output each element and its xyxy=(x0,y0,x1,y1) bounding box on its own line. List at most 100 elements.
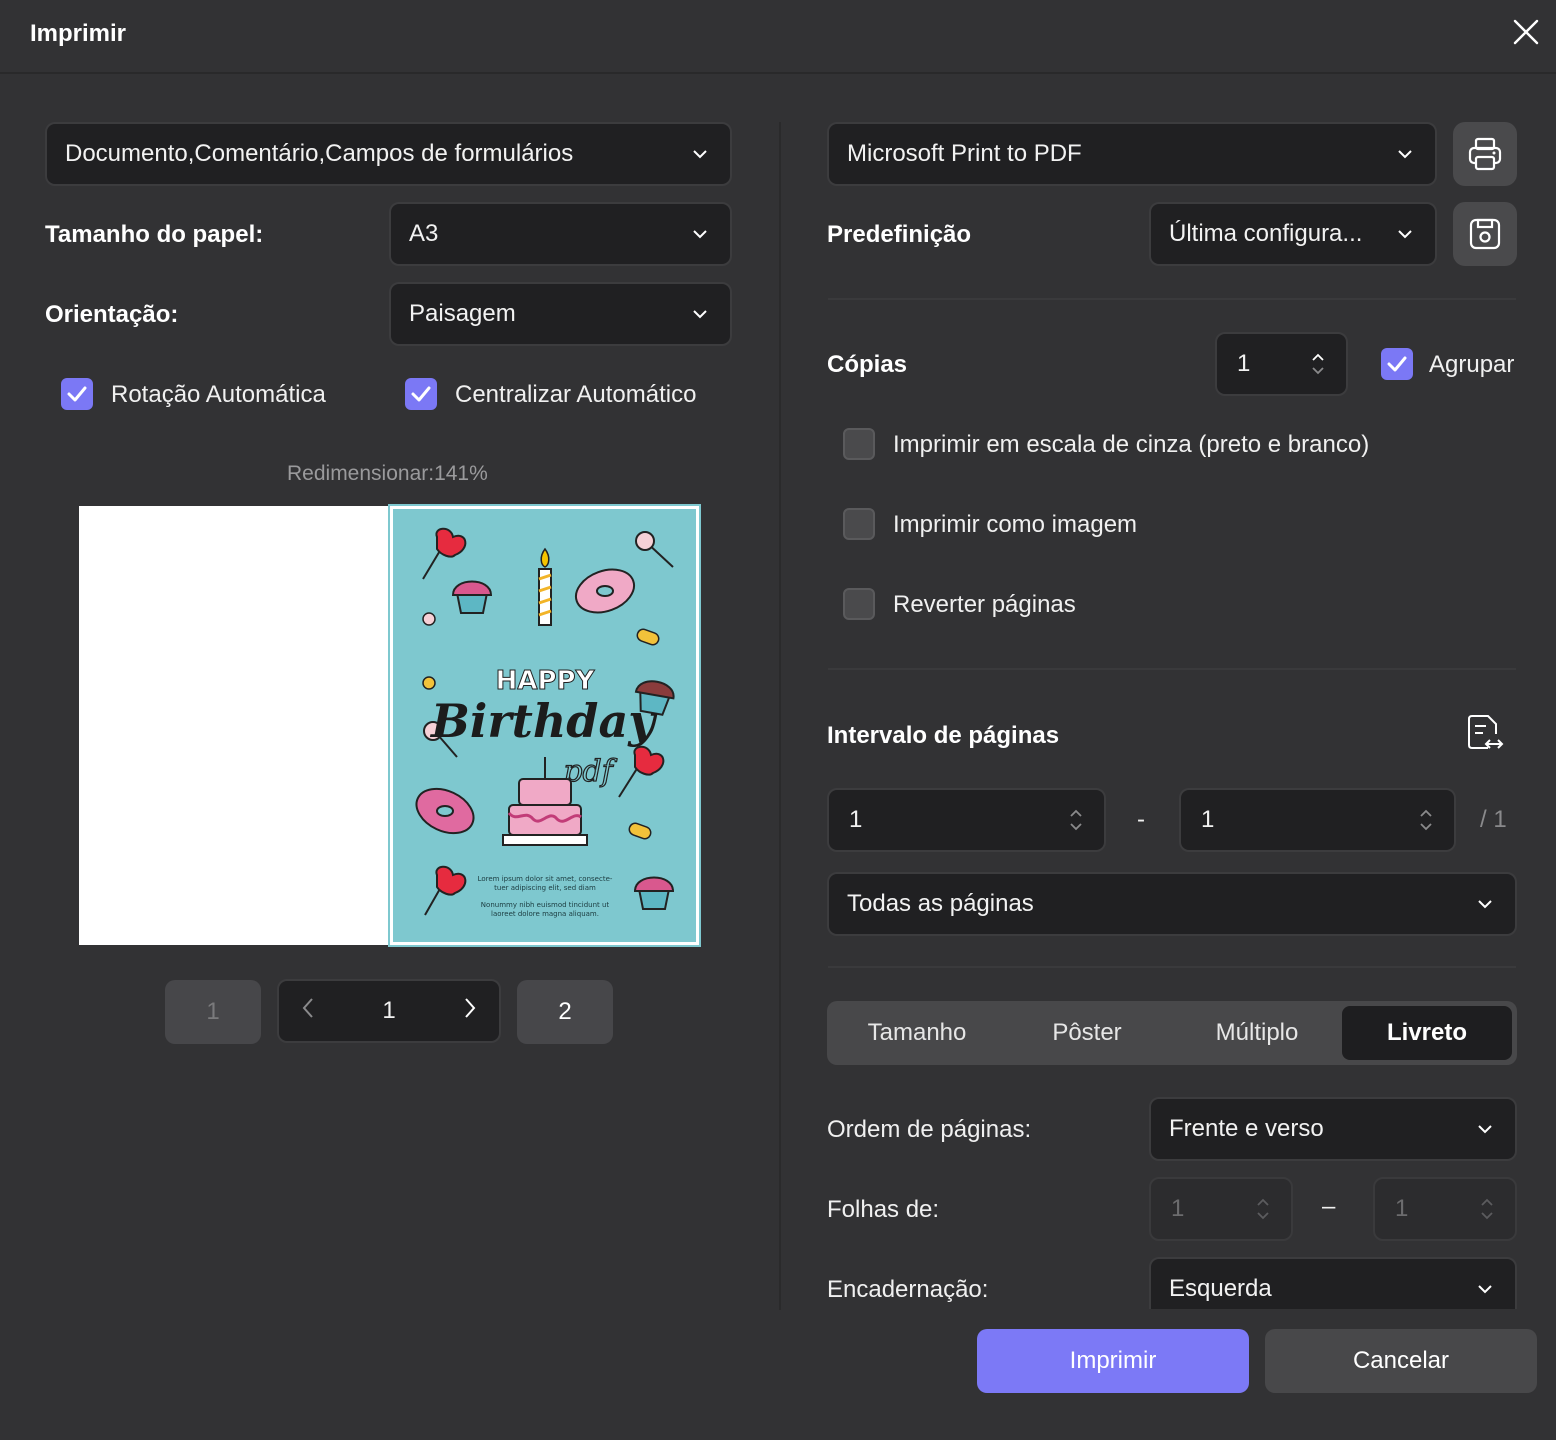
chevron-down-icon xyxy=(670,124,730,184)
sheets-to-value: 1 xyxy=(1395,1195,1409,1222)
chevron-left-icon[interactable] xyxy=(301,997,315,1026)
cancel-button[interactable]: Cancelar xyxy=(1265,1329,1537,1393)
stepper-arrows-icon[interactable] xyxy=(1398,809,1454,831)
section-divider xyxy=(828,966,1516,968)
sheets-label: Folhas de: xyxy=(827,1196,940,1223)
range-total: / 1 xyxy=(1480,806,1507,833)
chevron-down-icon xyxy=(1455,1259,1515,1309)
reverse-pages-label: Reverter páginas xyxy=(893,591,1076,618)
sheets-dash: – xyxy=(1322,1193,1336,1220)
preset-value: Última configura... xyxy=(1169,220,1363,247)
auto-center-label: Centralizar Automático xyxy=(455,381,697,408)
range-to-value: 1 xyxy=(1201,806,1215,833)
binding-value: Esquerda xyxy=(1169,1275,1272,1302)
orientation-label: Orientação: xyxy=(45,301,179,328)
print-as-image-checkbox[interactable] xyxy=(843,508,875,540)
page-navigator: 1 xyxy=(277,979,501,1043)
grayscale-label: Imprimir em escala de cinza (preto e bra… xyxy=(893,431,1370,458)
content-select[interactable]: Documento,Comentário,Campos de formulári… xyxy=(45,122,732,186)
tab-booklet[interactable]: Livreto xyxy=(1342,1006,1512,1060)
swap-range-icon[interactable] xyxy=(1466,714,1506,756)
first-page-button[interactable]: 1 xyxy=(165,980,261,1044)
svg-text:Lorem ipsum dolor sit amet, co: Lorem ipsum dolor sit amet, consecte- xyxy=(478,875,613,883)
sheets-from-stepper[interactable]: 1 xyxy=(1149,1177,1293,1241)
tab-size[interactable]: Tamanho xyxy=(832,1006,1002,1060)
sheets-from-value: 1 xyxy=(1171,1195,1185,1222)
section-divider xyxy=(828,298,1516,300)
title-divider xyxy=(0,72,1556,74)
printer-properties-button[interactable] xyxy=(1453,122,1517,186)
binding-label: Encadernação: xyxy=(827,1276,989,1303)
birthday-card-illustration: HAPPY Birthday pdf Lorem ipsum dolor sit… xyxy=(415,527,675,918)
check-icon xyxy=(411,386,431,402)
pages-subset-value: Todas as páginas xyxy=(847,890,1034,917)
print-button[interactable]: Imprimir xyxy=(977,1329,1249,1393)
copies-label: Cópias xyxy=(827,351,908,378)
printer-select[interactable]: Microsoft Print to PDF xyxy=(827,122,1437,186)
tab-multiple[interactable]: Múltiplo xyxy=(1172,1006,1342,1060)
column-divider xyxy=(779,122,781,1310)
range-to-stepper[interactable]: 1 xyxy=(1179,788,1456,852)
content-select-value: Documento,Comentário,Campos de formulári… xyxy=(65,140,574,167)
paper-size-value: A3 xyxy=(409,220,439,247)
paper-size-select[interactable]: A3 xyxy=(389,202,732,266)
auto-rotate-checkbox[interactable] xyxy=(61,378,93,410)
stepper-arrows-icon[interactable] xyxy=(1290,353,1346,375)
current-page-number[interactable]: 1 xyxy=(382,997,395,1025)
orientation-select[interactable]: Paisagem xyxy=(389,282,732,346)
layout-mode-tabs: Tamanho Pôster Múltiplo Livreto xyxy=(827,1001,1517,1065)
preview-blank-page xyxy=(79,506,390,945)
chevron-down-icon xyxy=(1455,1099,1515,1159)
chevron-down-icon xyxy=(1455,874,1515,934)
printer-icon xyxy=(1468,137,1502,171)
chevron-down-icon xyxy=(670,284,730,344)
binding-select-clip: Esquerda xyxy=(1149,1257,1517,1309)
orientation-value: Paisagem xyxy=(409,300,516,327)
auto-rotate-label: Rotação Automática xyxy=(111,381,326,408)
last-page-button[interactable]: 2 xyxy=(517,980,613,1044)
copies-stepper[interactable]: 1 xyxy=(1215,332,1348,396)
check-icon xyxy=(67,386,87,402)
range-dash: - xyxy=(1137,806,1145,833)
printer-value: Microsoft Print to PDF xyxy=(847,140,1082,167)
preset-select[interactable]: Última configura... xyxy=(1149,202,1437,266)
svg-text:tuer adipiscing elit, sed diam: tuer adipiscing elit, sed diam xyxy=(494,884,596,892)
paper-size-label: Tamanho do papel: xyxy=(45,221,264,248)
tab-poster[interactable]: Pôster xyxy=(1002,1006,1172,1060)
dialog-title: Imprimir xyxy=(30,20,127,47)
print-as-image-label: Imprimir como imagem xyxy=(893,511,1138,538)
pages-subset-select[interactable]: Todas as páginas xyxy=(827,872,1517,936)
page-range-label: Intervalo de páginas xyxy=(827,722,1060,749)
scale-text: Redimensionar:141% xyxy=(287,462,488,485)
page-order-select[interactable]: Frente e verso xyxy=(1149,1097,1517,1161)
stepper-arrows-icon xyxy=(1235,1198,1291,1220)
chevron-right-icon[interactable] xyxy=(463,997,477,1026)
check-icon xyxy=(1387,356,1407,372)
grayscale-checkbox[interactable] xyxy=(843,428,875,460)
svg-text:Birthday: Birthday xyxy=(429,694,658,748)
stepper-arrows-icon[interactable] xyxy=(1048,809,1104,831)
sheets-to-stepper[interactable]: 1 xyxy=(1373,1177,1517,1241)
close-icon[interactable] xyxy=(1510,16,1542,48)
save-preset-button[interactable] xyxy=(1453,202,1517,266)
stepper-arrows-icon xyxy=(1459,1198,1515,1220)
preset-label: Predefinição xyxy=(827,221,972,248)
auto-center-checkbox[interactable] xyxy=(405,378,437,410)
range-from-stepper[interactable]: 1 xyxy=(827,788,1106,852)
preview-birthday-card: HAPPY Birthday pdf Lorem ipsum dolor sit… xyxy=(388,504,701,947)
reverse-pages-checkbox[interactable] xyxy=(843,588,875,620)
chevron-down-icon xyxy=(670,204,730,264)
collate-checkbox[interactable] xyxy=(1381,348,1413,380)
copies-value: 1 xyxy=(1237,350,1251,377)
section-divider xyxy=(828,668,1516,670)
page-order-value: Frente e verso xyxy=(1169,1115,1324,1142)
range-from-value: 1 xyxy=(849,806,863,833)
svg-text:HAPPY: HAPPY xyxy=(496,666,596,696)
page-order-label: Ordem de páginas: xyxy=(827,1116,1032,1143)
svg-text:laoreet dolore magna aliquam.: laoreet dolore magna aliquam. xyxy=(491,910,599,918)
chevron-down-icon xyxy=(1375,204,1435,264)
save-icon xyxy=(1469,218,1501,250)
binding-select[interactable]: Esquerda xyxy=(1149,1257,1517,1309)
svg-text:Nonummy nibh euismod tincidunt: Nonummy nibh euismod tincidunt ut xyxy=(481,901,610,909)
chevron-down-icon xyxy=(1375,124,1435,184)
